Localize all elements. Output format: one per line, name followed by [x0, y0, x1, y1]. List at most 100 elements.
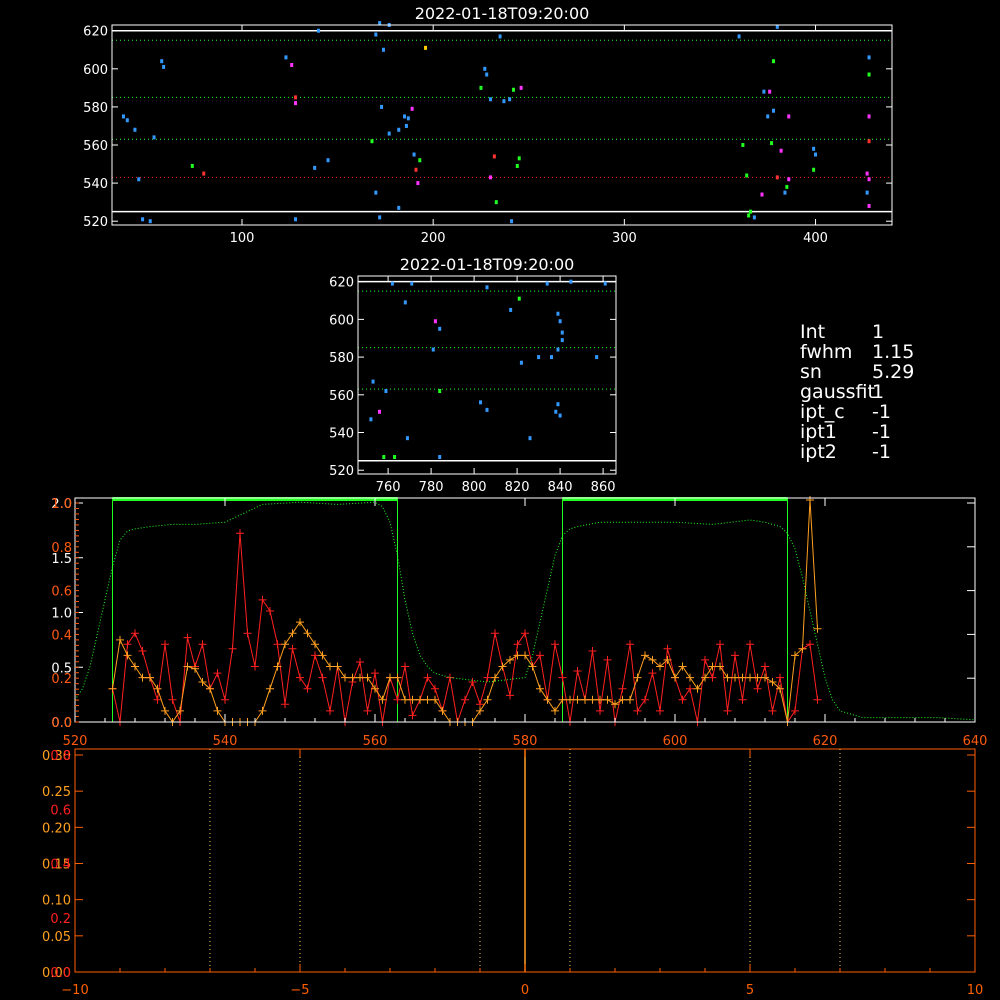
mid-xtick-label: 820	[505, 480, 530, 495]
mid-point	[560, 330, 564, 335]
top-point	[141, 217, 145, 222]
profile-point	[513, 651, 522, 660]
top-point	[785, 184, 789, 189]
profile-point	[438, 706, 447, 715]
top-point	[502, 99, 506, 104]
profile-point	[536, 684, 544, 693]
profile-point	[513, 640, 522, 649]
top-point	[867, 177, 871, 182]
profile-point	[288, 644, 297, 653]
mid-xtick-label: 760	[376, 480, 401, 495]
velocity-ytick-label-red: 0.2	[50, 912, 71, 927]
profile-point	[108, 684, 117, 693]
profile-point	[461, 695, 469, 704]
top-point	[766, 114, 770, 119]
mid-ytick-label: 620	[329, 276, 354, 291]
profile-point	[596, 706, 604, 715]
profile-point	[746, 640, 754, 649]
info-row-int: Int 1	[800, 321, 885, 343]
top-ytick-label: 520	[83, 215, 108, 230]
top-point	[148, 219, 152, 224]
top-point	[519, 85, 523, 90]
top-point	[410, 106, 414, 111]
top-point	[418, 158, 422, 163]
top-xtick-label: 300	[612, 231, 637, 246]
top-point	[162, 64, 166, 69]
profile-point	[768, 706, 777, 715]
velocity-xtick-label: −10	[61, 983, 88, 998]
profile-point	[521, 651, 529, 660]
mid-point	[390, 281, 394, 286]
top-point	[747, 213, 751, 218]
velocity-ytick-label: 0.20	[42, 821, 71, 836]
top-point	[812, 167, 816, 172]
profile-point	[266, 607, 274, 615]
profile-point	[641, 695, 649, 704]
profile-point	[386, 673, 394, 682]
mid-point	[519, 360, 523, 365]
profile-point	[678, 695, 687, 704]
profile-point	[258, 706, 267, 715]
mid-ytick-label: 560	[329, 389, 354, 404]
profile-point	[401, 695, 409, 704]
profile-xtick-label: 540	[213, 734, 238, 749]
top-ytick-label: 580	[83, 101, 108, 116]
profile-point	[446, 673, 454, 682]
top-point	[479, 85, 483, 90]
top-ytick-label: 600	[83, 63, 108, 78]
top-point	[416, 181, 420, 186]
profile-point	[326, 706, 334, 715]
top-point	[284, 55, 288, 60]
top-point	[378, 215, 382, 220]
profile-point	[686, 684, 694, 693]
mid-point	[403, 300, 407, 305]
mid-point	[545, 281, 549, 286]
top-point	[160, 59, 164, 64]
profile-point	[551, 640, 559, 649]
mid-point	[509, 307, 513, 312]
top-point	[492, 154, 496, 159]
mid-point	[556, 402, 560, 407]
profile-point	[131, 662, 139, 671]
profile-point	[806, 496, 814, 504]
mid-point	[528, 436, 532, 441]
profile-point	[491, 629, 499, 638]
top-point	[787, 177, 791, 182]
mid-point	[554, 409, 558, 414]
top-point	[867, 203, 871, 208]
top-point	[152, 135, 156, 140]
top-point	[745, 173, 749, 178]
profile-point	[296, 673, 304, 682]
top-point	[508, 97, 512, 102]
mid-point	[405, 436, 409, 441]
profile-point	[288, 629, 297, 638]
info-row-fwhm: fwhm 1.15	[800, 341, 915, 363]
profile-point	[363, 673, 372, 682]
profile-point	[228, 644, 237, 653]
profile-point	[273, 640, 282, 649]
top-point	[749, 209, 753, 214]
profile-ytick-label-orange: 0.0	[51, 716, 72, 731]
mid-ytick-label: 600	[329, 313, 354, 328]
top-slit-image-plot: 520 540 560 580 600 620 100 200 300 400 2022-01-18…	[83, 4, 893, 246]
profile-point	[573, 695, 582, 704]
top-point	[770, 141, 774, 146]
top-point	[374, 32, 378, 37]
mid-point	[537, 355, 541, 360]
profile-ytick-label-orange: 1.0	[51, 497, 72, 512]
mid-point	[603, 281, 607, 286]
info-row-gaussfit: gaussfit 1	[800, 381, 885, 403]
spectral-analysis-figure: 520540560580600620100 200 300 4002022-01-18…	[42, 4, 987, 998]
profile-xtick-label: 640	[963, 734, 988, 749]
info-row-ipt-c: ipt_c -1	[800, 401, 891, 423]
profile-point	[161, 706, 169, 715]
profile-point	[573, 666, 582, 675]
profile-point	[558, 673, 567, 682]
top-ytick-label: 560	[83, 139, 108, 154]
top-point	[498, 34, 502, 39]
profile-point	[806, 640, 814, 649]
line-profile-plot: 0.00.51.01.52.00.00.20.40.60.81.0520 540 5…	[51, 496, 987, 749]
profile-point	[723, 706, 732, 715]
profile-point	[633, 673, 642, 682]
info-row-ipt1: ipt1 -1	[800, 421, 891, 443]
